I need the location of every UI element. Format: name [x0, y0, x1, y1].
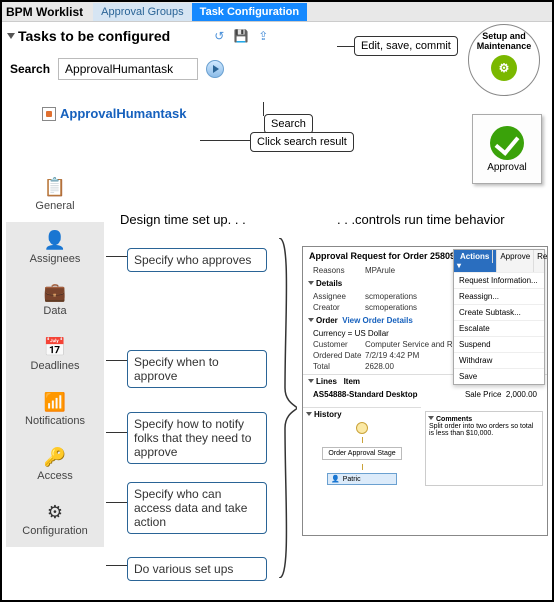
rt-customer-lbl: Customer	[313, 340, 365, 349]
nav-label-deadlines: Deadlines	[31, 360, 80, 372]
menu-save[interactable]: Save	[454, 368, 544, 384]
rt-ordered-val: 7/2/19 4:42 PM	[365, 351, 419, 360]
sidebar-item-data[interactable]: 💼 Data	[6, 272, 104, 327]
page-title: Tasks to be configured	[18, 28, 170, 44]
desc-assignees: Specify who approves	[127, 248, 267, 272]
sidebar-item-general[interactable]: 📋 General	[6, 167, 104, 222]
search-result-text: ApprovalHumantask	[60, 106, 186, 121]
sidebar-item-assignees[interactable]: 👤 Assignees	[6, 222, 104, 272]
search-input[interactable]	[58, 58, 198, 80]
rt-order-lbl: Order	[316, 316, 338, 325]
callout-click-result: Click search result	[250, 132, 354, 152]
person-icon: 👤	[44, 230, 66, 251]
rt-assignee-lbl: Assignee	[313, 292, 365, 301]
calendar-icon: 📅	[44, 337, 66, 358]
menu-reassign[interactable]: Reassign...	[454, 288, 544, 304]
app-title: BPM Worklist	[6, 5, 83, 19]
rt-ordered-lbl: Ordered Date	[313, 351, 365, 360]
rt-comments-text: Split order into two orders so total is …	[429, 423, 539, 437]
search-go-button[interactable]	[206, 60, 224, 78]
save-icon[interactable]: 💾	[232, 27, 250, 45]
rss-icon: 📶	[44, 392, 66, 413]
nav-label-data: Data	[43, 305, 66, 317]
view-order-link[interactable]: View Order Details	[342, 316, 413, 325]
gear2-icon: ⚙	[47, 502, 63, 523]
gear-icon: ⚙	[491, 55, 517, 81]
clipboard-icon: 📋	[44, 177, 66, 198]
desc-configuration: Do various set ups	[127, 557, 267, 581]
rt-lines-lbl: Lines	[316, 377, 337, 386]
tab-task-configuration[interactable]: Task Configuration	[192, 3, 307, 21]
setup-line2: Maintenance	[477, 41, 532, 51]
edit-icon[interactable]: ↺	[210, 27, 228, 45]
sidebar-item-deadlines[interactable]: 📅 Deadlines	[6, 327, 104, 382]
rt-currency: Currency = US Dollar	[313, 329, 389, 338]
sidebar-item-access[interactable]: 🔑 Access	[6, 437, 104, 492]
approve-button[interactable]: Approve	[497, 250, 534, 272]
key-icon: 🔑	[44, 447, 66, 468]
search-result-link[interactable]: ApprovalHumantask	[42, 106, 186, 121]
menu-escalate[interactable]: Escalate	[454, 320, 544, 336]
setup-line1: Setup and	[482, 31, 526, 41]
tab-approval-groups[interactable]: Approval Groups	[93, 3, 192, 21]
rt-line-sku: AS54888-Standard Desktop	[313, 390, 417, 399]
rt-col-item: Item	[344, 377, 360, 386]
briefcase-icon: 💼	[44, 282, 66, 303]
setup-maintenance-badge[interactable]: Setup and Maintenance ⚙	[468, 24, 540, 96]
stage-box: Order Approval Stage	[322, 447, 402, 460]
runtime-preview: Approval Request for Order 258093 Reason…	[302, 246, 548, 536]
search-label: Search	[10, 62, 50, 76]
menu-request-info[interactable]: Request Information...	[454, 272, 544, 288]
design-time-label: Design time set up. . .	[120, 212, 246, 227]
rt-total-lbl: Total	[313, 362, 365, 371]
rt-history-lbl: History	[314, 410, 342, 419]
actions-menu: Actions ▾ Approve Rej Request Informatio…	[453, 249, 545, 385]
nav-label-notifications: Notifications	[25, 415, 85, 427]
rt-details-lbl: Details	[316, 279, 342, 288]
rt-reasons-lbl: Reasons	[313, 266, 365, 275]
sidebar-item-notifications[interactable]: 📶 Notifications	[6, 382, 104, 437]
actions-button[interactable]: Actions ▾	[454, 250, 497, 272]
person-icon-small: 👤	[331, 475, 340, 483]
desc-notifications: Specify how to notify folks that they ne…	[127, 412, 267, 464]
person-name: Patric	[343, 476, 361, 483]
side-nav: 📋 General 👤 Assignees 💼 Data 📅 Deadlines…	[6, 167, 104, 547]
rt-line-price: 2,000.00	[506, 390, 537, 399]
desc-access: Specify who can access data and take act…	[127, 482, 267, 534]
rt-line-price-lbl: Sale Price	[465, 390, 501, 399]
reject-button[interactable]: Rej	[534, 250, 548, 272]
nav-label-general: General	[35, 200, 74, 212]
person-chip[interactable]: 👤 Patric	[327, 473, 397, 485]
approval-badge-label: Approval	[487, 162, 526, 173]
nav-label-configuration: Configuration	[22, 525, 87, 537]
nav-label-access: Access	[37, 470, 72, 482]
nav-label-assignees: Assignees	[30, 253, 81, 265]
approval-badge[interactable]: Approval	[472, 114, 542, 184]
callout-toolbar: Edit, save, commit	[354, 36, 458, 56]
rt-assignee-val: scmoperations	[365, 292, 417, 301]
rt-creator-val: scmoperations	[365, 303, 417, 312]
menu-withdraw[interactable]: Withdraw	[454, 352, 544, 368]
runtime-label: . . .controls run time behavior	[337, 212, 505, 227]
menu-suspend[interactable]: Suspend	[454, 336, 544, 352]
rt-comments-lbl: Comments	[436, 416, 472, 423]
collapse-icon[interactable]	[7, 33, 15, 39]
commit-icon[interactable]: ⇪	[254, 27, 272, 45]
callout-search: Search	[264, 114, 313, 134]
brace-icon	[277, 238, 297, 578]
sidebar-item-configuration[interactable]: ⚙ Configuration	[6, 492, 104, 547]
desc-deadlines: Specify when to approve	[127, 350, 267, 388]
flow-start-icon	[356, 422, 368, 434]
check-icon	[490, 126, 524, 160]
rt-creator-lbl: Creator	[313, 303, 365, 312]
rt-reasons-val: MPArule	[365, 266, 395, 275]
rt-total-val: 2628.00	[365, 362, 394, 371]
task-icon	[42, 107, 56, 121]
menu-create-subtask[interactable]: Create Subtask...	[454, 304, 544, 320]
